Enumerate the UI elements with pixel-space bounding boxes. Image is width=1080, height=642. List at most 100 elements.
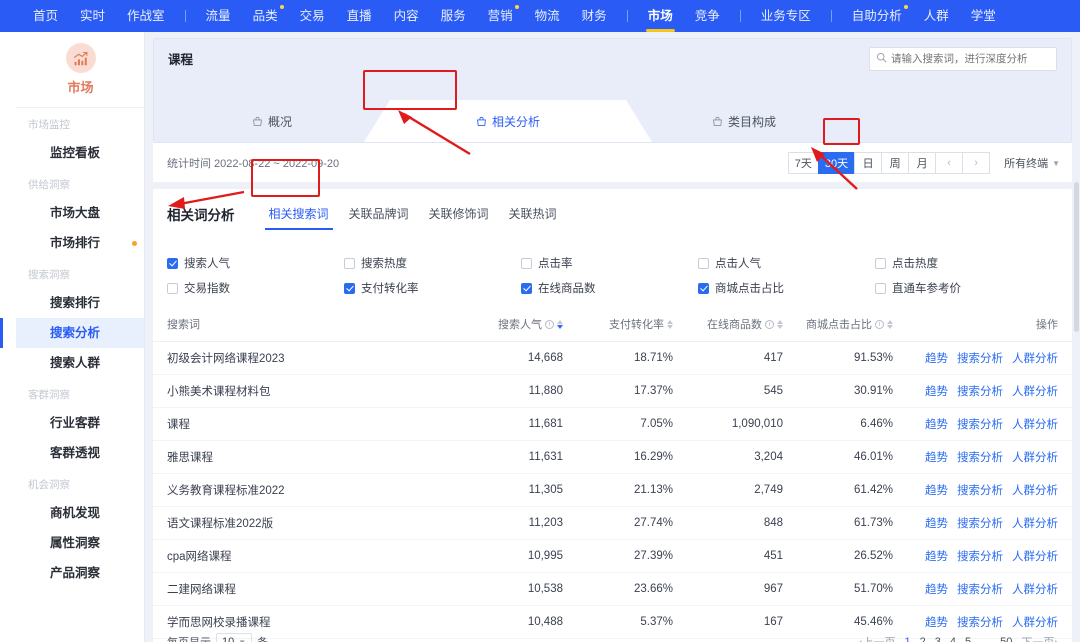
checkbox-box-icon[interactable] xyxy=(521,257,532,269)
metric-checkbox-搜索热度[interactable]: 搜索热度 xyxy=(344,255,521,271)
table-cell-keyword[interactable]: 初级会计网络课程2023 xyxy=(153,341,453,375)
table-cell-keyword[interactable]: 义务教育课程标准2022 xyxy=(153,473,453,507)
pagination-page-5[interactable]: 5 xyxy=(965,636,971,642)
search-box[interactable] xyxy=(869,47,1057,71)
table-header-mall_click[interactable]: 商城点击占比 i xyxy=(783,310,893,342)
action-link-搜索分析[interactable]: 搜索分析 xyxy=(957,353,1003,365)
action-link-人群分析[interactable]: 人群分析 xyxy=(1012,485,1058,497)
action-link-搜索分析[interactable]: 搜索分析 xyxy=(957,452,1003,464)
action-link-趋势[interactable]: 趋势 xyxy=(925,485,948,497)
info-icon[interactable]: i xyxy=(545,319,554,329)
scrollbar-thumb[interactable] xyxy=(1074,182,1079,332)
pagination-next-button[interactable]: 下一页› xyxy=(1021,634,1058,642)
pagination-page-50[interactable]: 50 xyxy=(1000,636,1012,642)
sidebar-item-产品洞察[interactable]: 产品洞察 xyxy=(16,558,144,588)
tab-概况[interactable]: 概况 xyxy=(154,100,390,142)
table-cell-keyword[interactable]: 语文课程标准2022版 xyxy=(153,506,453,540)
checkbox-box-icon[interactable] xyxy=(875,257,886,269)
metric-checkbox-商城点击占比[interactable]: 商城点击占比 xyxy=(698,280,875,296)
action-link-人群分析[interactable]: 人群分析 xyxy=(1012,551,1058,563)
table-header-conversion[interactable]: 支付转化率 xyxy=(563,310,673,342)
pagination-page-2[interactable]: 2 xyxy=(920,636,926,642)
action-link-趋势[interactable]: 趋势 xyxy=(925,386,948,398)
pagination-page-3[interactable]: 3 xyxy=(935,636,941,642)
period-next-icon[interactable]: › xyxy=(962,152,991,174)
action-link-搜索分析[interactable]: 搜索分析 xyxy=(957,419,1003,431)
subtab-关联热词[interactable]: 关联热词 xyxy=(499,201,567,227)
sidebar-item-客群透视[interactable]: 客群透视 xyxy=(16,438,144,468)
sort-icon[interactable] xyxy=(667,319,673,329)
checkbox-box-icon[interactable] xyxy=(167,282,178,294)
sidebar-item-搜索人群[interactable]: 搜索人群 xyxy=(16,348,144,378)
nav-item-服务[interactable]: 服务 xyxy=(430,0,477,32)
action-link-搜索分析[interactable]: 搜索分析 xyxy=(957,386,1003,398)
period-button-7天[interactable]: 7天 xyxy=(787,152,819,174)
checkbox-box-icon[interactable] xyxy=(344,257,355,269)
subtab-关联修饰词[interactable]: 关联修饰词 xyxy=(419,201,499,227)
nav-item-学堂[interactable]: 学堂 xyxy=(960,0,1007,32)
sidebar-item-属性洞察[interactable]: 属性洞察 xyxy=(16,528,144,558)
sidebar-item-商机发现[interactable]: 商机发现 xyxy=(16,498,144,528)
table-header-popularity[interactable]: 搜索人气 i xyxy=(453,310,563,342)
action-link-趋势[interactable]: 趋势 xyxy=(925,518,948,530)
checkbox-box-icon[interactable] xyxy=(698,257,709,269)
period-button-周[interactable]: 周 xyxy=(881,152,910,174)
nav-item-财务[interactable]: 财务 xyxy=(571,0,618,32)
nav-item-市场[interactable]: 市场 xyxy=(637,0,684,32)
tab-类目构成[interactable]: 类目构成 xyxy=(626,100,862,142)
nav-item-物流[interactable]: 物流 xyxy=(524,0,571,32)
table-cell-keyword[interactable]: 小熊美术课程材料包 xyxy=(153,374,453,408)
table-cell-keyword[interactable]: cpa网络课程 xyxy=(153,539,453,573)
sort-icon[interactable] xyxy=(557,319,563,329)
sort-icon[interactable] xyxy=(777,319,783,329)
terminal-select[interactable]: 所有终端 ▼ xyxy=(1004,155,1060,171)
sidebar-item-市场排行[interactable]: 市场排行 xyxy=(16,228,144,258)
action-link-人群分析[interactable]: 人群分析 xyxy=(1012,452,1058,464)
sidebar-item-监控看板[interactable]: 监控看板 xyxy=(16,138,144,168)
action-link-搜索分析[interactable]: 搜索分析 xyxy=(957,518,1003,530)
action-link-趋势[interactable]: 趋势 xyxy=(925,551,948,563)
action-link-人群分析[interactable]: 人群分析 xyxy=(1012,617,1058,629)
subtab-相关搜索词[interactable]: 相关搜索词 xyxy=(259,201,339,230)
nav-item-人群[interactable]: 人群 xyxy=(913,0,960,32)
period-button-月[interactable]: 月 xyxy=(908,152,937,174)
table-cell-keyword[interactable]: 雅思课程 xyxy=(153,440,453,474)
checkbox-box-icon[interactable] xyxy=(167,257,178,269)
action-link-搜索分析[interactable]: 搜索分析 xyxy=(957,617,1003,629)
nav-item-作战室[interactable]: 作战室 xyxy=(116,0,176,32)
nav-item-业务专区[interactable]: 业务专区 xyxy=(750,0,822,32)
table-cell-keyword[interactable]: 课程 xyxy=(153,407,453,441)
action-link-趋势[interactable]: 趋势 xyxy=(925,353,948,365)
sidebar-item-搜索排行[interactable]: 搜索排行 xyxy=(16,288,144,318)
period-button-30天[interactable]: 30天 xyxy=(817,152,856,174)
action-link-搜索分析[interactable]: 搜索分析 xyxy=(957,584,1003,596)
nav-item-竞争[interactable]: 竞争 xyxy=(684,0,731,32)
metric-checkbox-直通车参考价[interactable]: 直通车参考价 xyxy=(875,280,1052,296)
pagination-prev-button[interactable]: ‹上一页 xyxy=(859,634,896,642)
action-link-人群分析[interactable]: 人群分析 xyxy=(1012,419,1058,431)
metric-checkbox-点击率[interactable]: 点击率 xyxy=(521,255,698,271)
metric-checkbox-点击人气[interactable]: 点击人气 xyxy=(698,255,875,271)
nav-item-内容[interactable]: 内容 xyxy=(383,0,430,32)
table-cell-keyword[interactable]: 二建网络课程 xyxy=(153,572,453,606)
action-link-人群分析[interactable]: 人群分析 xyxy=(1012,353,1058,365)
action-link-趋势[interactable]: 趋势 xyxy=(925,584,948,596)
action-link-人群分析[interactable]: 人群分析 xyxy=(1012,584,1058,596)
page-size-select[interactable]: 10 ▼ xyxy=(216,632,253,642)
nav-item-直播[interactable]: 直播 xyxy=(336,0,383,32)
subtab-关联品牌词[interactable]: 关联品牌词 xyxy=(339,201,419,227)
info-icon[interactable]: i xyxy=(765,319,774,329)
action-link-搜索分析[interactable]: 搜索分析 xyxy=(957,485,1003,497)
pagination-page-1[interactable]: 1 xyxy=(904,636,910,642)
action-link-人群分析[interactable]: 人群分析 xyxy=(1012,386,1058,398)
nav-item-品类[interactable]: 品类 xyxy=(242,0,289,32)
scrollbar-track[interactable] xyxy=(1074,78,1079,638)
nav-item-首页[interactable]: 首页 xyxy=(22,0,69,32)
pagination-page-4[interactable]: 4 xyxy=(950,636,956,642)
tab-相关分析[interactable]: 相关分析 xyxy=(390,100,626,142)
action-link-搜索分析[interactable]: 搜索分析 xyxy=(957,551,1003,563)
metric-checkbox-点击热度[interactable]: 点击热度 xyxy=(875,255,1052,271)
action-link-趋势[interactable]: 趋势 xyxy=(925,617,948,629)
metric-checkbox-交易指数[interactable]: 交易指数 xyxy=(167,280,344,296)
sidebar-item-行业客群[interactable]: 行业客群 xyxy=(16,408,144,438)
